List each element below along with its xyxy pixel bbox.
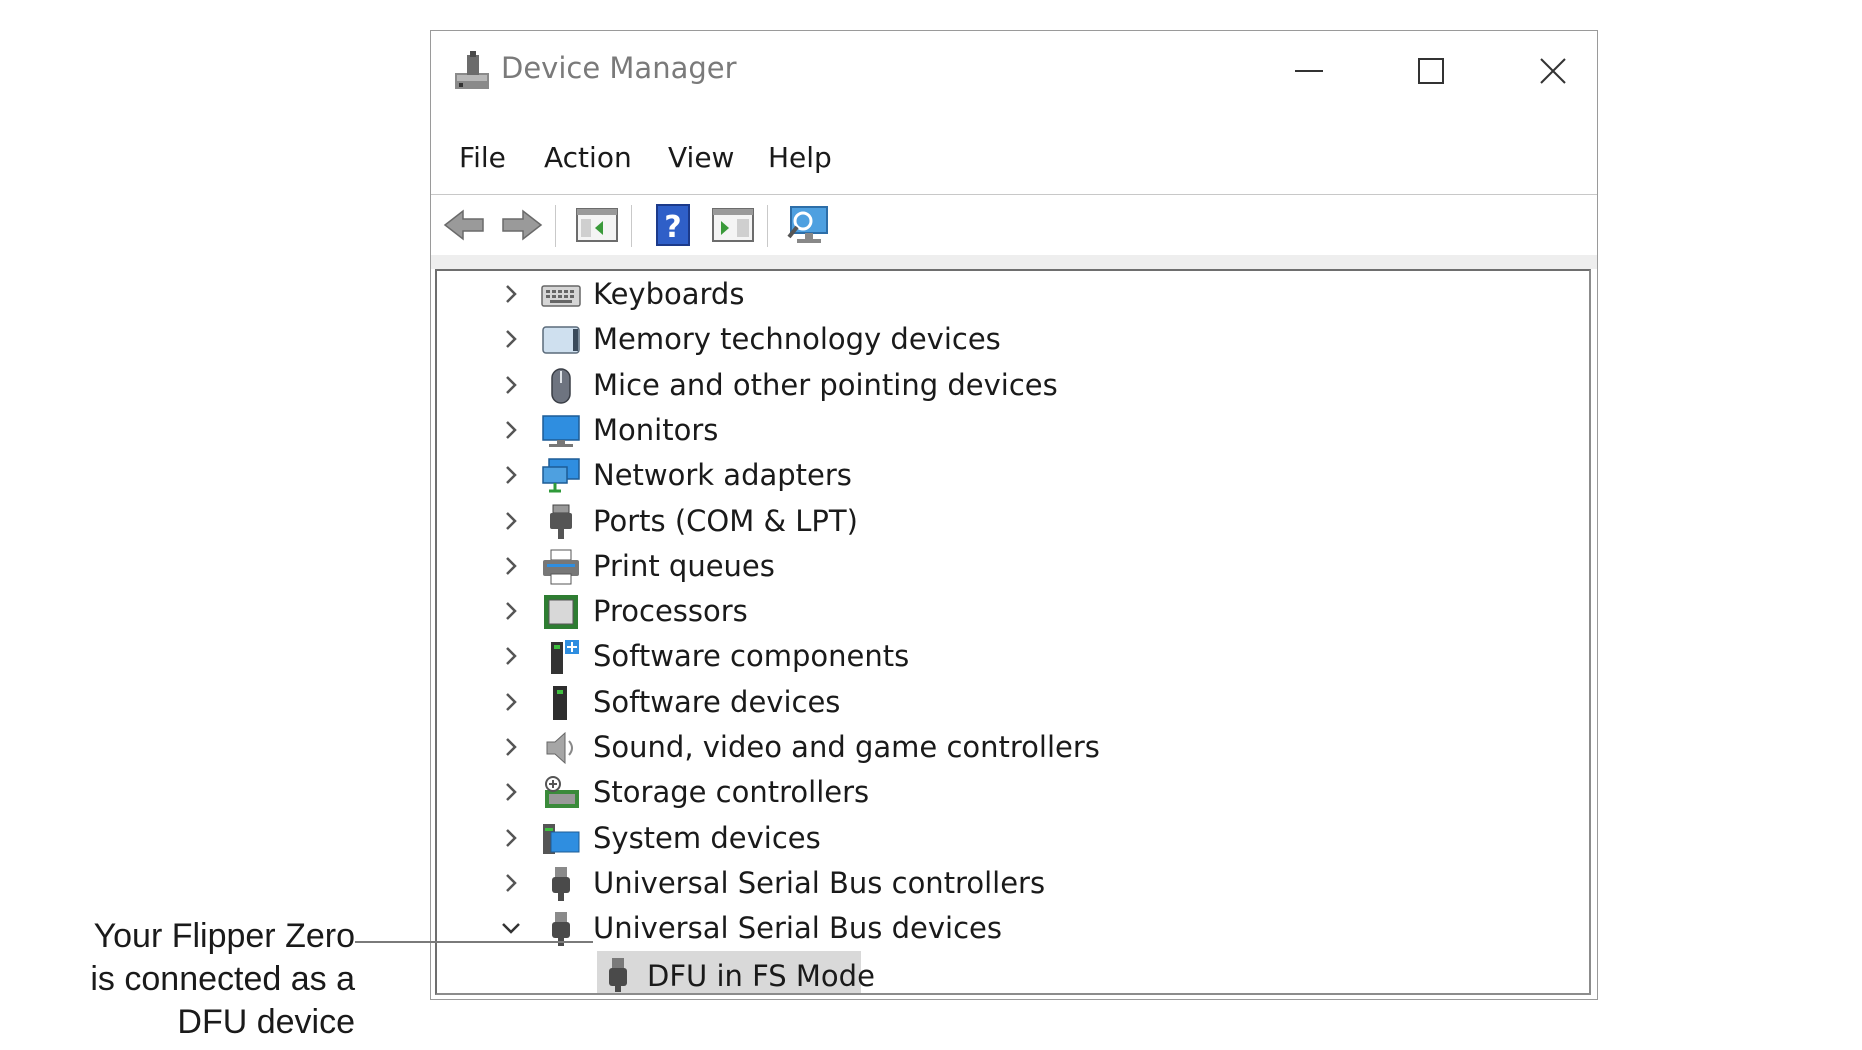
chevron-right-icon[interactable] bbox=[499, 509, 523, 533]
chevron-right-icon[interactable] bbox=[499, 418, 523, 442]
tree-item-category[interactable]: Print queues bbox=[437, 544, 1589, 588]
device-tree[interactable]: Keyboards Memory technology devices Mice a… bbox=[435, 269, 1591, 995]
chevron-right-icon[interactable] bbox=[499, 690, 523, 714]
toolbar-bottom-strip bbox=[431, 255, 1597, 269]
toolbar-separator bbox=[555, 205, 556, 247]
tree-item-category[interactable]: Keyboards bbox=[437, 272, 1589, 316]
chevron-right-icon[interactable] bbox=[499, 463, 523, 487]
tree-item-category[interactable]: Universal Serial Bus controllers bbox=[437, 861, 1589, 905]
printer-icon bbox=[541, 548, 581, 586]
forward-arrow-icon[interactable] bbox=[497, 201, 545, 249]
tree-item-category[interactable]: Software components bbox=[437, 634, 1589, 678]
chevron-right-icon[interactable] bbox=[499, 735, 523, 759]
network-adapter-icon bbox=[541, 457, 581, 495]
mouse-icon bbox=[541, 367, 581, 405]
show-hide-console-tree-icon[interactable] bbox=[573, 201, 621, 249]
system-device-icon bbox=[541, 820, 581, 858]
annotation-line: is connected as a bbox=[90, 960, 355, 998]
menu-view[interactable]: View bbox=[668, 141, 734, 174]
minimize-button[interactable] bbox=[1279, 49, 1339, 93]
tree-item-category[interactable]: Universal Serial Bus devices bbox=[437, 906, 1589, 950]
tree-item-category[interactable]: System devices bbox=[437, 816, 1589, 860]
software-device-icon bbox=[541, 684, 581, 722]
chevron-right-icon[interactable] bbox=[499, 644, 523, 668]
processor-icon bbox=[541, 593, 581, 631]
menu-bar: File Action View Help bbox=[431, 111, 1597, 195]
memory-device-icon bbox=[541, 321, 581, 359]
chevron-right-icon[interactable] bbox=[499, 554, 523, 578]
usb-icon bbox=[541, 865, 581, 903]
toolbar: ? bbox=[431, 195, 1597, 255]
annotation-line: DFU device bbox=[177, 1003, 355, 1041]
menu-help[interactable]: Help bbox=[768, 141, 832, 174]
svg-text:?: ? bbox=[664, 210, 681, 245]
help-icon[interactable]: ? bbox=[649, 201, 697, 249]
tree-item-label: Memory technology devices bbox=[593, 322, 1001, 357]
tree-item-label: Mice and other pointing devices bbox=[593, 367, 1058, 402]
keyboard-icon bbox=[541, 276, 581, 314]
title-bar[interactable]: Device Manager bbox=[431, 31, 1597, 111]
tree-item-label: Universal Serial Bus devices bbox=[593, 911, 1002, 946]
storage-controller-icon bbox=[541, 774, 581, 812]
chevron-right-icon[interactable] bbox=[499, 373, 523, 397]
annotation-callout: Your Flipper Zero is connected as a DFU … bbox=[40, 915, 355, 1044]
tree-item-label: Print queues bbox=[593, 548, 775, 583]
tree-item-label: System devices bbox=[593, 820, 821, 855]
window-title: Device Manager bbox=[501, 51, 737, 85]
chevron-right-icon[interactable] bbox=[499, 871, 523, 895]
annotation-leader-line bbox=[355, 941, 593, 943]
tree-item-label: Ports (COM & LPT) bbox=[593, 503, 858, 538]
tree-item-label: Software components bbox=[593, 639, 910, 674]
tree-item-label: Network adapters bbox=[593, 458, 852, 493]
back-arrow-icon[interactable] bbox=[441, 201, 489, 249]
device-manager-window: Device Manager File Action View Help ? K… bbox=[430, 30, 1598, 1000]
tree-item-category[interactable]: Storage controllers bbox=[437, 770, 1589, 814]
port-icon bbox=[541, 503, 581, 541]
menu-file[interactable]: File bbox=[459, 141, 506, 174]
maximize-button[interactable] bbox=[1401, 49, 1461, 93]
tree-item-label: Storage controllers bbox=[593, 775, 870, 810]
chevron-down-icon[interactable] bbox=[499, 916, 523, 940]
speaker-icon bbox=[541, 729, 581, 767]
tree-item-category[interactable]: Mice and other pointing devices bbox=[437, 363, 1589, 407]
tree-item-label: Keyboards bbox=[593, 277, 745, 311]
properties-pane-icon[interactable] bbox=[709, 201, 757, 249]
tree-item-label: DFU in FS Mode bbox=[647, 958, 875, 993]
tree-item-label: Monitors bbox=[593, 412, 719, 447]
chevron-right-icon[interactable] bbox=[499, 780, 523, 804]
chevron-right-icon[interactable] bbox=[499, 282, 523, 306]
scan-hardware-icon[interactable] bbox=[785, 201, 833, 249]
tree-item-category[interactable]: Monitors bbox=[437, 408, 1589, 452]
chevron-right-icon[interactable] bbox=[499, 327, 523, 351]
tree-item-label: Software devices bbox=[593, 684, 841, 719]
tree-item-category[interactable]: Sound, video and game controllers bbox=[437, 725, 1589, 769]
annotation-line: Your Flipper Zero bbox=[93, 917, 355, 955]
tree-item-category[interactable]: Network adapters bbox=[437, 453, 1589, 497]
close-button[interactable] bbox=[1523, 49, 1583, 93]
tree-item-category[interactable]: Processors bbox=[437, 589, 1589, 633]
tree-item-label: Processors bbox=[593, 594, 748, 629]
chevron-right-icon[interactable] bbox=[499, 826, 523, 850]
tree-item-category[interactable]: Software devices bbox=[437, 680, 1589, 724]
tree-item-category[interactable]: Memory technology devices bbox=[437, 317, 1589, 361]
toolbar-separator bbox=[631, 205, 632, 247]
chevron-right-icon[interactable] bbox=[499, 599, 523, 623]
menu-action[interactable]: Action bbox=[544, 141, 632, 174]
toolbar-separator bbox=[767, 205, 768, 247]
software-component-icon bbox=[541, 638, 581, 676]
tree-item-category[interactable]: Ports (COM & LPT) bbox=[437, 499, 1589, 543]
tree-item-label: Sound, video and game controllers bbox=[593, 730, 1100, 764]
usb-device-icon bbox=[603, 956, 633, 994]
tree-item-label: Universal Serial Bus controllers bbox=[593, 865, 1046, 900]
device-manager-app-icon bbox=[453, 49, 491, 91]
monitor-icon bbox=[541, 412, 581, 450]
